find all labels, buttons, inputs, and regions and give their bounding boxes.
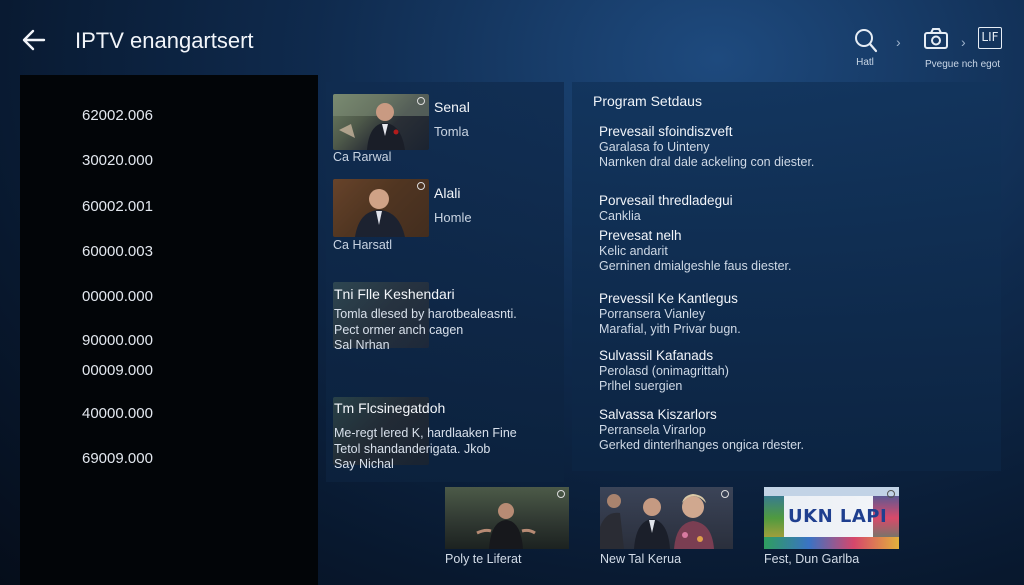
channel-caption: Ca Rarwal [333, 150, 392, 164]
program-entry[interactable]: Porvesail thredladegui Canklia [599, 193, 733, 224]
header: IPTV enangartsert Hatl › › LIF Pvegue nc… [0, 0, 1024, 75]
lif-label: Pvegue nch egot [925, 59, 1001, 70]
info-icon [721, 490, 729, 498]
channel-title: Tni Flle Keshendari [334, 286, 455, 302]
search-icon [855, 29, 878, 53]
channel-title: Alali [434, 185, 461, 201]
lif-button[interactable]: LIF [978, 27, 1002, 49]
program-detail: Porransera Vianley [599, 307, 706, 321]
banner-text: UKN LAPI [788, 506, 888, 527]
channel-panel: Senal Tomla Ca Rarwal Alali Homle Ca Har… [326, 82, 564, 482]
list-item[interactable]: 00009.000 [82, 362, 153, 379]
lif-icon: LIF [978, 27, 1002, 49]
channel-description: Me-regt lered K, hardlaaken Fine [334, 426, 517, 440]
program-detail: Perolasd (onimagrittah) [599, 364, 729, 378]
info-icon [557, 490, 565, 498]
program-detail: Gerked dinterlhanges ongica rdester. [599, 438, 804, 452]
list-item[interactable]: 00000.000 [82, 288, 153, 305]
search-button[interactable]: Hatl [851, 27, 879, 68]
program-detail: Marafial, yith Privar bugn. [599, 322, 741, 336]
program-entry[interactable]: Prevesat nelh Kelic andarit Gerninen dmi… [599, 228, 791, 274]
app-title: IPTV enangartsert [75, 28, 254, 53]
program-detail: Narnken dral dale ackeling con diester. [599, 155, 815, 169]
media-thumbnail: UKN LAPI [764, 487, 899, 549]
lif-icon-text: LIF [981, 30, 999, 44]
program-title: Porvesail thredladegui [599, 193, 733, 208]
channel-description: Sal Nrhan [334, 338, 390, 352]
channel-description: Tomla dlesed by harotbealeasnti. [334, 307, 517, 321]
list-item[interactable]: 30020.000 [82, 152, 153, 169]
channel-thumbnail [333, 179, 429, 237]
program-entry[interactable]: Salvassa Kiszarlors Perransela Virarlop … [599, 407, 804, 453]
channel-description: Pect ormer anch cagen [334, 323, 464, 337]
media-card-label: Fest, Dun Garlba [764, 552, 860, 566]
list-item[interactable]: 69009.000 [82, 450, 153, 467]
media-card[interactable] [600, 487, 733, 549]
chevron-right-icon: › [896, 34, 901, 50]
program-heading: Program Setdaus [593, 93, 702, 109]
back-button[interactable] [20, 26, 50, 54]
program-panel: Program Setdaus Prevesail sfoindiszveft … [572, 82, 1001, 471]
channel-title: Senal [434, 99, 470, 115]
channel-subtitle: Homle [434, 210, 472, 225]
program-detail: Canklia [599, 209, 641, 223]
info-icon [887, 490, 895, 498]
program-entry[interactable]: Prevesail sfoindiszveft Garalasa fo Uint… [599, 124, 814, 170]
list-item[interactable]: 60000.003 [82, 243, 153, 260]
channel-title: Tm Flcsinegatdoh [334, 400, 446, 416]
search-label: Hatl [856, 57, 874, 68]
program-detail: Perransela Virarlop [599, 423, 706, 437]
info-icon [417, 182, 425, 190]
channel-subtitle: Tomla [434, 124, 469, 139]
program-detail: Kelic andarit [599, 244, 668, 258]
list-item[interactable]: 40000.000 [82, 405, 153, 422]
chevron-right-icon: › [961, 34, 966, 50]
program-title: Salvassa Kiszarlors [599, 407, 717, 422]
program-title: Sulvassil Kafanads [599, 348, 714, 363]
program-title: Prevessil Ke Kantlegus [599, 291, 738, 306]
program-entry[interactable]: Sulvassil Kafanads Perolasd (onimagritta… [599, 348, 729, 394]
channel-caption: Ca Harsatl [333, 238, 393, 252]
list-item[interactable]: 90000.000 [82, 332, 153, 349]
list-item[interactable]: 62002.006 [82, 107, 153, 124]
arrow-left-icon [22, 29, 46, 51]
list-item[interactable]: 60002.001 [82, 198, 153, 215]
program-detail: Garalasa fo Uinteny [599, 140, 710, 154]
program-entry[interactable]: Prevessil Ke Kantlegus Porransera Vianle… [599, 291, 741, 337]
media-card-label: New Tal Kerua [600, 552, 682, 566]
program-title: Prevesat nelh [599, 228, 682, 243]
info-icon [417, 97, 425, 105]
program-title: Prevesail sfoindiszveft [599, 124, 733, 139]
media-card[interactable] [445, 487, 569, 549]
program-detail: Prlhel suergien [599, 379, 683, 393]
media-thumbnail [600, 487, 733, 549]
channel-number-list: 62002.006 30020.000 60002.001 60000.003 … [20, 75, 318, 585]
media-card[interactable]: UKN LAPI [764, 487, 899, 549]
camera-icon [924, 28, 948, 49]
camera-button[interactable] [923, 27, 949, 51]
program-detail: Gerninen dmialgeshle faus diester. [599, 259, 792, 273]
channel-description: Say Nichal [334, 457, 394, 471]
media-thumbnail [445, 487, 569, 549]
channel-thumbnail [333, 94, 429, 150]
media-card-label: Poly te Liferat [445, 552, 522, 566]
channel-description: Tetol shandanderigata. Jkob [334, 442, 491, 456]
